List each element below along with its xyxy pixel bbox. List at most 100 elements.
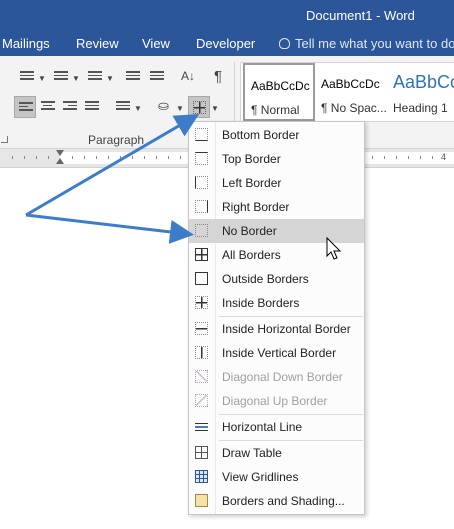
- chevron-down-icon[interactable]: ▼: [72, 74, 80, 83]
- increase-indent-button[interactable]: [146, 66, 168, 88]
- menu-item-label: Top Border: [222, 152, 281, 166]
- shading-button[interactable]: ⛀: [154, 96, 176, 118]
- menu-item-label: Right Border: [222, 200, 290, 214]
- menu-item-inside-borders[interactable]: Inside Borders: [189, 291, 364, 315]
- lightbulb-icon: [279, 38, 290, 49]
- menu-item-bottom-border[interactable]: Bottom Border: [189, 123, 364, 147]
- style-sample: AaBbCc: [393, 72, 454, 92]
- line-spacing-icon: [116, 101, 130, 113]
- menu-item-no-border[interactable]: No Border: [189, 219, 364, 243]
- chevron-down-icon[interactable]: ▼: [38, 74, 46, 83]
- view-gridlines-icon: [195, 470, 208, 483]
- menu-item-label: Inside Borders: [222, 296, 300, 310]
- align-right-button[interactable]: [59, 96, 81, 118]
- chevron-down-icon[interactable]: ▼: [106, 74, 114, 83]
- tab-mailings[interactable]: Mailings: [2, 36, 50, 51]
- outside-borders-icon: [195, 272, 208, 285]
- justify-icon: [85, 101, 99, 113]
- tell-me-placeholder: Tell me what you want to do...: [295, 36, 454, 51]
- menu-item-label: No Border: [222, 224, 277, 238]
- menu-item-right-border[interactable]: Right Border: [189, 195, 364, 219]
- bullets-icon: [20, 71, 34, 83]
- borders-shading-icon: [195, 494, 208, 507]
- menu-item-diagonal-up-border: Diagonal Up Border: [189, 389, 364, 413]
- inside-horizontal-border-icon: [195, 322, 208, 335]
- show-formatting-button[interactable]: ¶: [208, 66, 230, 88]
- style-normal[interactable]: AaBbCcDc ¶ Normal: [243, 63, 315, 121]
- justify-button[interactable]: [81, 96, 103, 118]
- no-border-icon: [195, 224, 208, 237]
- menu-item-view-gridlines[interactable]: View Gridlines: [189, 465, 364, 489]
- style-name: ¶ Normal: [251, 103, 300, 117]
- menu-item-label: Bottom Border: [222, 128, 300, 142]
- ruler-number: 4: [441, 152, 447, 162]
- sort-button[interactable]: A↓: [178, 66, 200, 88]
- tell-me-box[interactable]: Tell me what you want to do...: [279, 36, 454, 51]
- top-border-icon: [195, 152, 208, 165]
- style-heading-1[interactable]: AaBbCc Heading 1: [387, 63, 454, 121]
- borders-button[interactable]: [188, 96, 210, 118]
- menu-item-label: Diagonal Up Border: [222, 394, 328, 408]
- menu-item-draw-table[interactable]: Draw Table: [189, 441, 364, 465]
- first-line-indent-marker[interactable]: [56, 150, 64, 156]
- style-no-spacing[interactable]: AaBbCcDc ¶ No Spac...: [315, 63, 387, 121]
- numbering-button[interactable]: [50, 66, 72, 88]
- style-sample: AaBbCcDc: [251, 79, 310, 93]
- menu-item-label: View Gridlines: [222, 470, 299, 484]
- borders-icon: [193, 101, 206, 114]
- multilevel-list-button[interactable]: [84, 66, 106, 88]
- style-name: ¶ No Spac...: [321, 101, 387, 115]
- menu-item-all-borders[interactable]: All Borders: [189, 243, 364, 267]
- title-bar: Document1 - Word: [0, 0, 454, 30]
- right-border-icon: [195, 200, 208, 213]
- tab-review[interactable]: Review: [76, 36, 119, 51]
- diagonal-down-border-icon: [195, 370, 208, 383]
- tab-developer[interactable]: Developer: [196, 36, 255, 51]
- hanging-indent-marker[interactable]: [56, 158, 64, 164]
- menu-item-label: Horizontal Line: [222, 420, 303, 434]
- left-border-icon: [195, 176, 208, 189]
- align-left-icon: [19, 102, 33, 114]
- line-spacing-button[interactable]: [112, 96, 134, 118]
- paint-bucket-icon: ⛀: [158, 98, 169, 113]
- align-center-button[interactable]: [37, 96, 59, 118]
- draw-table-icon: [195, 446, 208, 459]
- menu-item-borders-and-shading[interactable]: Borders and Shading...: [189, 489, 364, 513]
- chevron-down-icon[interactable]: ▼: [211, 104, 219, 113]
- menu-item-inside-vertical-border[interactable]: Inside Vertical Border: [189, 341, 364, 365]
- dialog-launcher-icon[interactable]: [1, 136, 8, 143]
- diagonal-up-border-icon: [195, 394, 208, 407]
- tab-view[interactable]: View: [142, 36, 170, 51]
- menu-item-label: All Borders: [222, 248, 281, 262]
- menu-item-outside-borders[interactable]: Outside Borders: [189, 267, 364, 291]
- menu-item-label: Outside Borders: [222, 272, 309, 286]
- chevron-down-icon[interactable]: ▼: [134, 104, 142, 113]
- bullets-button[interactable]: [16, 66, 38, 88]
- bottom-border-icon: [195, 128, 208, 141]
- menu-item-label: Diagonal Down Border: [222, 370, 343, 384]
- menu-item-horizontal-line[interactable]: Horizontal Line: [189, 415, 364, 439]
- menu-item-label: Inside Horizontal Border: [222, 322, 351, 336]
- chevron-down-icon[interactable]: ▼: [176, 104, 184, 113]
- horizontal-line-icon: [195, 420, 208, 433]
- menu-item-top-border[interactable]: Top Border: [189, 147, 364, 171]
- window-title: Document1 - Word: [306, 8, 415, 23]
- pilcrow-icon: ¶: [214, 68, 223, 85]
- menu-item-label: Left Border: [222, 176, 282, 190]
- align-left-button[interactable]: [14, 96, 36, 118]
- menu-item-diagonal-down-border: Diagonal Down Border: [189, 365, 364, 389]
- inside-vertical-border-icon: [195, 346, 208, 359]
- align-center-icon: [41, 101, 55, 113]
- menu-item-left-border[interactable]: Left Border: [189, 171, 364, 195]
- sort-icon: A↓: [181, 69, 196, 83]
- paragraph-group-label: Paragraph: [88, 133, 145, 147]
- align-right-icon: [63, 101, 77, 113]
- decrease-indent-button[interactable]: [122, 66, 144, 88]
- menu-item-inside-horizontal-border[interactable]: Inside Horizontal Border: [189, 317, 364, 341]
- menu-item-label: Inside Vertical Border: [222, 346, 337, 360]
- borders-dropdown-menu: Bottom Border Top Border Left Border Rig…: [188, 121, 365, 515]
- all-borders-icon: [195, 248, 208, 261]
- styles-gallery: AaBbCcDc ¶ Normal AaBbCcDc ¶ No Spac... …: [240, 62, 454, 122]
- increase-indent-icon: [150, 71, 164, 83]
- annotation-arrow-to-no-border: [25, 213, 194, 244]
